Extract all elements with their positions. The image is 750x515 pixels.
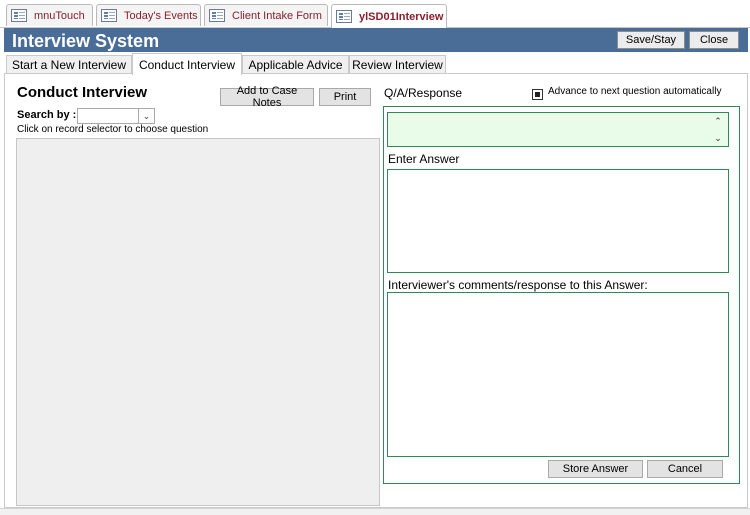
comments-label: Interviewer's comments/response to this … <box>388 278 648 292</box>
enter-answer-label: Enter Answer <box>388 152 460 166</box>
answer-input[interactable] <box>387 169 729 273</box>
doc-tab-label: Today's Events <box>124 9 198 22</box>
section-title: Conduct Interview <box>17 84 148 101</box>
form-icon <box>101 9 117 22</box>
doc-tab-label: ylSD01Interview <box>359 10 444 23</box>
doc-tab-todays-events[interactable]: Today's Events <box>96 4 201 26</box>
doc-tab-label: mnuTouch <box>34 9 85 22</box>
form-icon <box>336 10 352 23</box>
chevron-down-icon[interactable]: ⌄ <box>138 109 154 123</box>
doc-tab-ylsd01interview[interactable]: ylSD01Interview <box>331 4 447 28</box>
store-answer-button[interactable]: Store Answer <box>548 460 643 478</box>
add-to-case-notes-button[interactable]: Add to Case Notes <box>220 85 314 109</box>
form-tab-strip: Start a New Interview Conduct Interview … <box>4 53 748 75</box>
tab-start-new-interview[interactable]: Start a New Interview <box>6 55 132 74</box>
print-button[interactable]: Print <box>319 88 371 106</box>
doc-tab-mnutouch[interactable]: mnuTouch <box>6 4 93 26</box>
form-icon <box>11 9 27 22</box>
save-stay-button[interactable]: Save/Stay <box>617 31 685 49</box>
tab-applicable-advice[interactable]: Applicable Advice <box>242 55 349 74</box>
question-list[interactable] <box>16 138 380 506</box>
cancel-button[interactable]: Cancel <box>647 460 723 478</box>
qa-panel: ⌃ ⌄ Enter Answer Interviewer's comments/… <box>383 106 740 484</box>
doc-tab-label: Client Intake Form <box>232 9 322 22</box>
comments-input[interactable] <box>387 292 729 457</box>
tab-conduct-interview[interactable]: Conduct Interview <box>132 53 242 75</box>
chevron-up-icon[interactable]: ⌃ <box>714 116 722 127</box>
tab-review-interview[interactable]: Review Interview <box>349 55 446 74</box>
document-tab-strip: mnuTouch Today's Events Client Intake Fo… <box>0 0 750 28</box>
question-display[interactable]: ⌃ ⌄ <box>387 112 729 147</box>
chevron-down-icon[interactable]: ⌄ <box>714 133 722 144</box>
search-by-combo[interactable]: ⌄ <box>77 108 155 124</box>
question-scrollbar[interactable]: ⌃ ⌄ <box>712 116 724 144</box>
instruction-text: Click on record selector to choose quest… <box>17 124 209 135</box>
close-button[interactable]: Close <box>689 31 739 49</box>
qa-response-label: Q/A/Response <box>384 86 463 100</box>
doc-tab-client-intake-form[interactable]: Client Intake Form <box>204 4 328 26</box>
form-header: Interview System Save/Stay Close <box>4 28 748 52</box>
page-title: Interview System <box>12 31 160 51</box>
search-by-label: Search by : <box>17 109 77 121</box>
conduct-interview-page: Conduct Interview Add to Case Notes Prin… <box>4 74 748 508</box>
advance-label: Advance to next question automatically <box>548 86 722 97</box>
form-icon <box>209 9 225 22</box>
advance-checkbox[interactable] <box>532 89 543 100</box>
